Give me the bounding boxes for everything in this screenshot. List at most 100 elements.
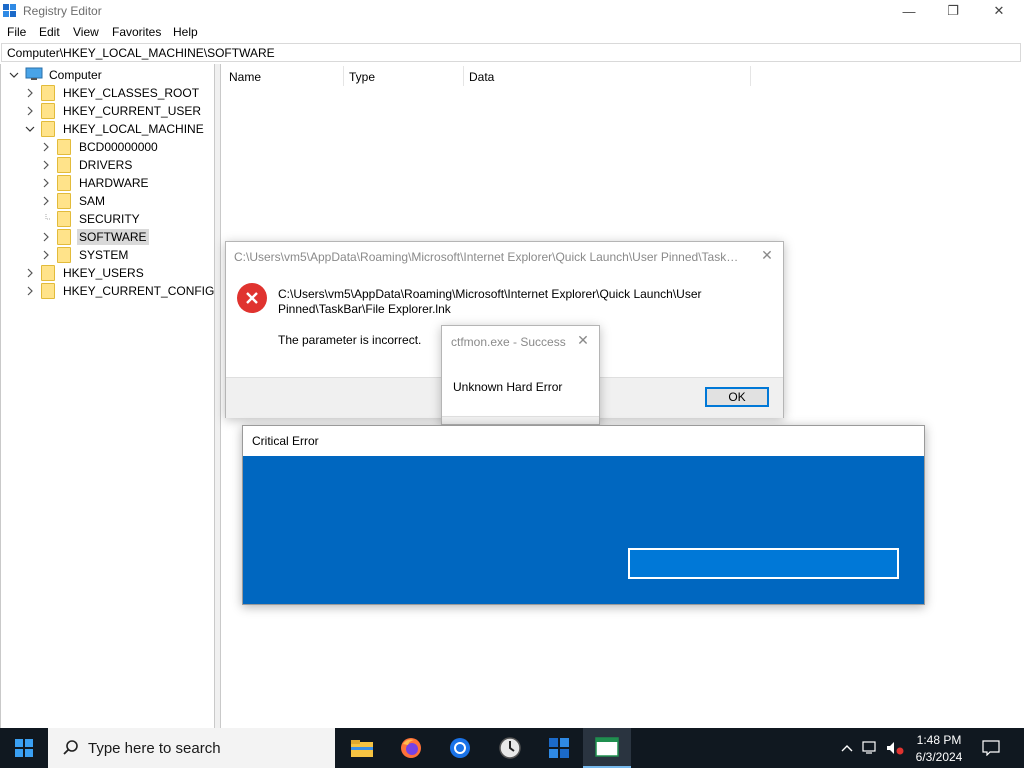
- dialog-title: C:\Users\vm5\AppData\Roaming\Microsoft\I…: [234, 250, 744, 264]
- error-icon: [237, 283, 267, 313]
- taskbar-search[interactable]: Type here to search: [48, 728, 335, 768]
- tree-item-software[interactable]: SOFTWARE: [41, 228, 149, 246]
- start-button[interactable]: [0, 728, 48, 768]
- chevron-right-icon[interactable]: [41, 178, 51, 188]
- tree-item-bcd[interactable]: BCD00000000: [41, 138, 160, 156]
- tree-item-drivers[interactable]: DRIVERS: [41, 156, 134, 174]
- dialog-title: ctfmon.exe - Success: [451, 335, 566, 349]
- chevron-right-icon[interactable]: [25, 268, 35, 278]
- address-bar[interactable]: Computer\HKEY_LOCAL_MACHINE\SOFTWARE: [1, 43, 1021, 62]
- tree-item-label: HARDWARE: [79, 176, 149, 190]
- windows-logo-icon: [15, 739, 33, 757]
- minimize-button[interactable]: —: [886, 0, 932, 22]
- system-clock[interactable]: 1:48 PM 6/3/2024: [906, 732, 972, 766]
- tree-item-label: HKEY_LOCAL_MACHINE: [63, 122, 204, 136]
- app-window-icon[interactable]: [583, 728, 631, 768]
- clock-app-icon[interactable]: [486, 728, 534, 768]
- folder-icon: [57, 157, 71, 173]
- chevron-right-icon[interactable]: [41, 142, 51, 152]
- ok-button[interactable]: OK: [705, 387, 769, 407]
- tree-item-hkey-current-user[interactable]: HKEY_CURRENT_USER: [25, 102, 203, 120]
- critical-error-window: Critical Error: [242, 425, 925, 605]
- chevron-right-icon[interactable]: [41, 160, 51, 170]
- tree-item-label: SOFTWARE: [77, 229, 149, 245]
- menu-file[interactable]: File: [7, 25, 26, 39]
- dialog-footer: [442, 416, 599, 424]
- dialog-close-button[interactable]: ✕: [757, 247, 777, 265]
- chrome-icon[interactable]: [436, 728, 484, 768]
- tree-item-label: HKEY_CLASSES_ROOT: [63, 86, 200, 100]
- registry-editor-icon[interactable]: [535, 728, 583, 768]
- tree-item-label: HKEY_CURRENT_USER: [63, 104, 202, 118]
- column-header-type[interactable]: Type: [349, 70, 375, 84]
- folder-icon: [57, 139, 71, 155]
- folder-icon: [57, 229, 71, 245]
- search-icon: [62, 739, 80, 757]
- folder-icon: [57, 211, 71, 227]
- chevron-down-icon[interactable]: [9, 70, 19, 80]
- chevron-right-icon[interactable]: [41, 196, 51, 206]
- tree-item-hkey-local-machine[interactable]: HKEY_LOCAL_MACHINE: [25, 120, 206, 138]
- menu-help[interactable]: Help: [173, 25, 198, 39]
- computer-icon: [25, 67, 43, 84]
- tree-item-system[interactable]: SYSTEM: [41, 246, 130, 264]
- folder-icon: [57, 193, 71, 209]
- network-icon[interactable]: [862, 739, 880, 757]
- notification-icon[interactable]: [982, 739, 1000, 757]
- folder-icon: [41, 103, 55, 119]
- tree-item-hardware[interactable]: HARDWARE: [41, 174, 151, 192]
- volume-muted-icon[interactable]: [886, 739, 904, 757]
- ctfmon-dialog: ctfmon.exe - Success ✕ Unknown Hard Erro…: [441, 325, 600, 425]
- menu-edit[interactable]: Edit: [39, 25, 60, 39]
- column-divider[interactable]: [343, 66, 344, 86]
- taskbar: Type here to search 1:48 PM 6/3/2024: [0, 728, 1024, 768]
- clock-time: 1:48 PM: [916, 733, 962, 747]
- chevron-up-icon[interactable]: [838, 739, 856, 757]
- column-header-data[interactable]: Data: [469, 70, 494, 84]
- firefox-icon[interactable]: [387, 728, 435, 768]
- tree-item-label: HKEY_CURRENT_CONFIG: [63, 284, 215, 298]
- tree-item-label: Computer: [49, 68, 102, 82]
- tree-item-security[interactable]: SECURITY: [41, 210, 142, 228]
- maximize-button[interactable]: ❐: [930, 0, 976, 22]
- folder-open-icon: [41, 121, 55, 137]
- tree-item-sam[interactable]: SAM: [41, 192, 107, 210]
- tree-connector: [41, 214, 51, 224]
- menu-bar: File Edit View Favorites Help: [0, 22, 1024, 42]
- file-explorer-icon[interactable]: [338, 728, 386, 768]
- tree-item-label: BCD00000000: [79, 140, 158, 154]
- error-path-text: C:\Users\vm5\AppData\Roaming\Microsoft\I…: [278, 287, 748, 317]
- chevron-right-icon[interactable]: [25, 286, 35, 296]
- chevron-right-icon[interactable]: [41, 232, 51, 242]
- folder-icon: [57, 247, 71, 263]
- critical-error-button[interactable]: [628, 548, 899, 579]
- tree-item-label: SECURITY: [79, 212, 140, 226]
- menu-favorites[interactable]: Favorites: [112, 25, 161, 39]
- error-path-line-2: Pinned\TaskBar\File Explorer.lnk: [278, 302, 451, 316]
- chevron-right-icon[interactable]: [25, 88, 35, 98]
- folder-icon: [41, 85, 55, 101]
- critical-error-titlebar: Critical Error: [243, 426, 924, 456]
- window-title: Registry Editor: [23, 4, 102, 18]
- folder-icon: [41, 265, 55, 281]
- tree-item-computer[interactable]: Computer: [9, 66, 104, 84]
- title-bar: Registry Editor — ❐ ✕: [0, 0, 1024, 22]
- menu-view[interactable]: View: [73, 25, 99, 39]
- tree-item-hkey-current-config[interactable]: HKEY_CURRENT_CONFIG: [25, 282, 216, 300]
- close-button[interactable]: ✕: [976, 0, 1022, 22]
- tree-pane[interactable]: Computer HKEY_CLASSES_ROOT HKEY_CURRENT_…: [0, 64, 215, 728]
- error-path-line-1: C:\Users\vm5\AppData\Roaming\Microsoft\I…: [278, 287, 702, 301]
- column-header-name[interactable]: Name: [229, 70, 261, 84]
- tree-item-hkey-classes-root[interactable]: HKEY_CLASSES_ROOT: [25, 84, 201, 102]
- chevron-right-icon[interactable]: [25, 106, 35, 116]
- folder-icon: [57, 175, 71, 191]
- tree-item-hkey-users[interactable]: HKEY_USERS: [25, 264, 146, 282]
- clock-date: 6/3/2024: [915, 750, 963, 764]
- tree-item-label: HKEY_USERS: [63, 266, 144, 280]
- column-divider[interactable]: [463, 66, 464, 86]
- column-divider[interactable]: [750, 66, 751, 86]
- chevron-down-icon[interactable]: [25, 124, 35, 134]
- dialog-close-button[interactable]: ✕: [573, 332, 593, 350]
- chevron-right-icon[interactable]: [41, 250, 51, 260]
- tree-item-label: DRIVERS: [79, 158, 133, 172]
